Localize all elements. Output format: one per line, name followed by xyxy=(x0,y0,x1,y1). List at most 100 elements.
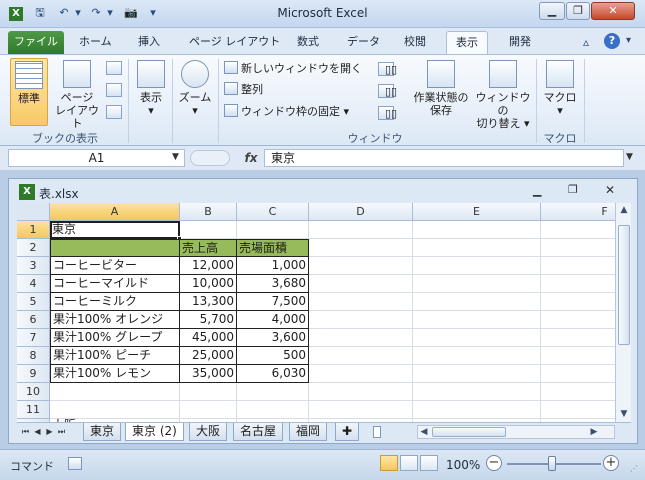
next-sheet-icon[interactable]: ▶ xyxy=(44,425,55,439)
zoom-button[interactable]: ズーム ▾ xyxy=(176,60,214,126)
zoom-slider-thumb[interactable] xyxy=(548,456,556,471)
tab-formulas[interactable]: 数式 xyxy=(288,31,328,54)
tab-insert[interactable]: 挿入 xyxy=(129,31,169,54)
table-cell[interactable]: 13,300 xyxy=(180,293,237,311)
last-sheet-icon[interactable]: ⏭ xyxy=(56,425,67,439)
minimize-button[interactable]: ▁ xyxy=(539,2,565,20)
view-side-by-side-icon[interactable]: ▯▯ xyxy=(384,62,404,76)
column-header-d[interactable]: D xyxy=(309,203,413,221)
help-icon[interactable]: ? xyxy=(604,33,620,49)
tab-view[interactable]: 表示 xyxy=(446,31,488,54)
row-header[interactable]: 11 xyxy=(17,401,50,419)
scroll-left-arrow-icon[interactable]: ◀ xyxy=(418,425,430,439)
table-cell[interactable]: 1,000 xyxy=(237,257,309,275)
row-header[interactable]: 5 xyxy=(17,293,50,311)
worksheet-grid[interactable]: A B C D E F 1 2 3 4 5 6 7 8 9 10 11 東京 売… xyxy=(17,203,615,422)
column-header-b[interactable]: B xyxy=(180,203,237,221)
row-header[interactable]: 4 xyxy=(17,275,50,293)
ribbon-options-icon[interactable]: ▾ xyxy=(626,35,631,46)
switch-windows-button[interactable]: ウィンドウの 切り替え ▾ xyxy=(472,60,534,130)
show-button[interactable]: 表示 ▾ xyxy=(134,60,168,126)
table-cell[interactable]: 6,030 xyxy=(237,365,309,383)
reset-position-icon[interactable]: ▯▯ xyxy=(384,106,404,120)
custom-views-icon[interactable] xyxy=(106,83,122,97)
expand-formula-bar-icon[interactable]: ▼ xyxy=(626,152,633,162)
select-all-corner[interactable] xyxy=(17,203,50,221)
sheet-tab-active[interactable]: 東京 (2) xyxy=(125,423,184,441)
horizontal-scrollbar[interactable]: ◀ ▶ xyxy=(417,425,615,439)
sheet-tab[interactable]: 東京 xyxy=(83,423,122,441)
page-layout-status-button[interactable] xyxy=(400,455,418,471)
table-cell[interactable]: 12,000 xyxy=(180,257,237,275)
table-cell[interactable]: 10,000 xyxy=(180,275,237,293)
full-screen-icon[interactable] xyxy=(106,105,122,119)
page-break-status-button[interactable] xyxy=(420,455,438,471)
table-cell[interactable]: コーヒーマイルド xyxy=(50,275,180,293)
formula-bar-splitter[interactable] xyxy=(190,150,230,166)
scroll-right-arrow-icon[interactable]: ▶ xyxy=(588,425,600,439)
name-box[interactable]: A1 xyxy=(8,149,185,167)
tab-home[interactable]: ホーム xyxy=(70,31,121,54)
table-cell[interactable]: 5,700 xyxy=(180,311,237,329)
tab-data[interactable]: データ xyxy=(338,31,389,54)
new-window-button[interactable]: 新しいウィンドウを開く xyxy=(224,60,362,77)
freeze-panes-button[interactable]: ウィンドウ枠の固定 ▾ xyxy=(224,103,349,120)
table-cell[interactable]: 4,000 xyxy=(237,311,309,329)
zoom-out-icon[interactable]: − xyxy=(486,455,502,471)
vertical-scrollbar[interactable]: ▲ ▼ xyxy=(615,203,631,422)
table-cell[interactable]: コーヒーミルク xyxy=(50,293,180,311)
workbook-minimize-button[interactable]: ▁ xyxy=(533,184,541,197)
table-cell[interactable]: コーヒービター xyxy=(50,257,180,275)
close-button[interactable]: ✕ xyxy=(591,2,635,20)
scroll-up-arrow-icon[interactable]: ▲ xyxy=(617,203,631,217)
insert-function-button[interactable]: fx xyxy=(240,149,262,167)
row-header[interactable]: 8 xyxy=(17,347,50,365)
formula-input[interactable]: 東京 xyxy=(264,149,624,167)
arrange-all-button[interactable]: 整列 xyxy=(224,81,263,98)
page-break-preview-icon[interactable] xyxy=(106,61,122,75)
table-cell[interactable]: 3,600 xyxy=(237,329,309,347)
row-header[interactable]: 3 xyxy=(17,257,50,275)
row-header[interactable]: 10 xyxy=(17,383,50,401)
macros-button[interactable]: マクロ ▾ xyxy=(540,60,580,126)
horizontal-scroll-thumb[interactable] xyxy=(432,427,506,437)
table-cell[interactable]: 25,000 xyxy=(180,347,237,365)
table-header-cell[interactable]: 売場面積 xyxy=(237,239,309,257)
table-cell[interactable]: 45,000 xyxy=(180,329,237,347)
column-header-e[interactable]: E xyxy=(413,203,541,221)
normal-view-status-button[interactable] xyxy=(380,455,398,471)
column-header-a[interactable]: A xyxy=(50,203,180,221)
vertical-scroll-thumb[interactable] xyxy=(618,225,630,345)
insert-sheet-icon[interactable]: ✚ xyxy=(335,423,359,441)
tab-file[interactable]: ファイル xyxy=(8,31,64,54)
tab-page-layout[interactable]: ページ レイアウト xyxy=(180,31,289,54)
macro-record-icon[interactable] xyxy=(68,457,82,470)
column-header-c[interactable]: C xyxy=(237,203,309,221)
page-layout-view-button[interactable]: ページ レイアウト xyxy=(54,60,100,130)
sync-scroll-icon[interactable]: ▯▯ xyxy=(384,84,404,98)
restore-button[interactable]: ❐ xyxy=(566,2,590,20)
table-header-cell[interactable] xyxy=(50,239,180,257)
first-sheet-icon[interactable]: ⏮ xyxy=(20,425,31,439)
row-header[interactable]: 9 xyxy=(17,365,50,383)
zoom-level[interactable]: 100% xyxy=(446,458,480,472)
resize-grip-icon[interactable]: ⋰ xyxy=(630,464,638,473)
tab-developer[interactable]: 開発 xyxy=(500,31,540,54)
column-header-f[interactable]: F xyxy=(541,203,615,221)
table-cell[interactable]: 3,680 xyxy=(237,275,309,293)
table-cell[interactable]: 7,500 xyxy=(237,293,309,311)
scroll-down-arrow-icon[interactable]: ▼ xyxy=(617,407,631,421)
workbook-restore-button[interactable]: ❐ xyxy=(568,183,578,196)
sheet-tab[interactable]: 福岡 xyxy=(289,423,328,441)
save-workspace-button[interactable]: 作業状態の 保存 xyxy=(410,60,472,126)
ribbon-minimize-icon[interactable]: ▵ xyxy=(583,35,589,49)
row-header[interactable]: 7 xyxy=(17,329,50,347)
name-box-dropdown-icon[interactable]: ▼ xyxy=(172,152,179,162)
row-header[interactable]: 1 xyxy=(17,221,50,239)
table-cell[interactable]: 35,000 xyxy=(180,365,237,383)
row-header[interactable]: 2 xyxy=(17,239,50,257)
normal-view-button[interactable]: 標準 xyxy=(10,58,48,126)
workbook-close-button[interactable]: ✕ xyxy=(605,183,615,197)
row-header[interactable]: 6 xyxy=(17,311,50,329)
sheet-tab[interactable]: 大阪 xyxy=(189,423,228,441)
